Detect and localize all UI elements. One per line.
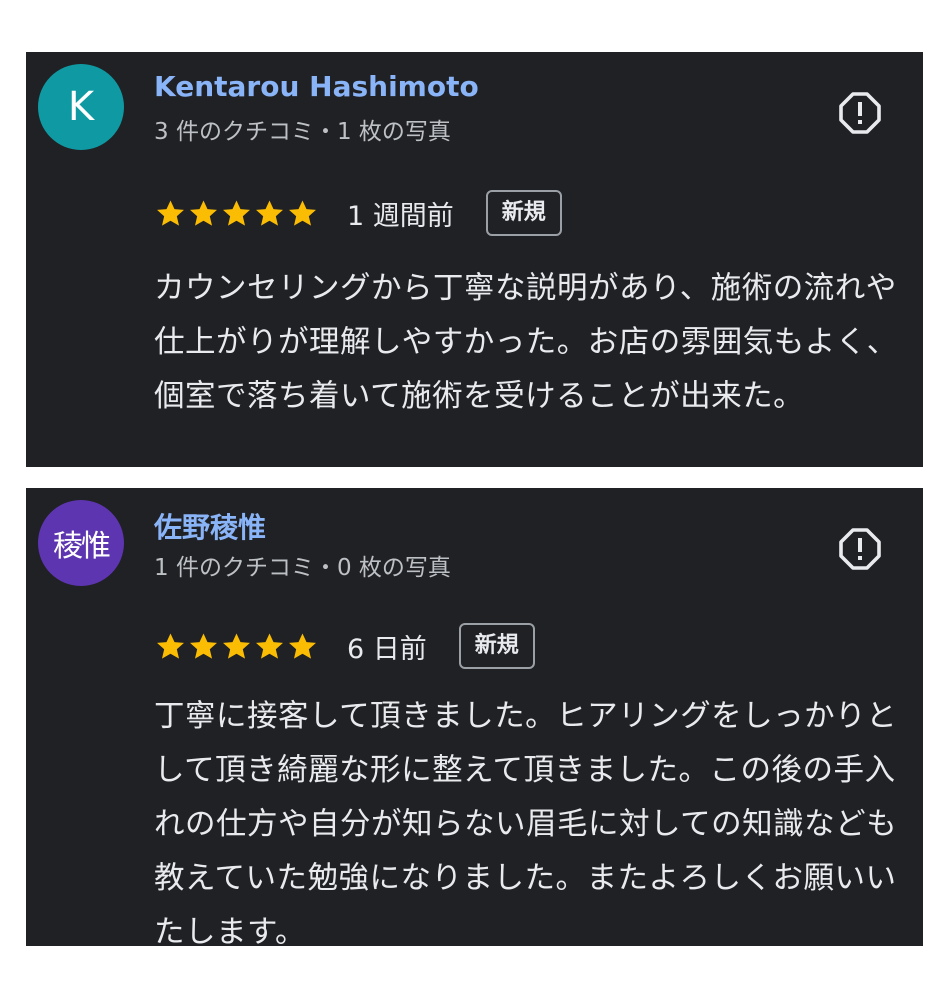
star-rating: [154, 197, 319, 230]
rating-row: 1 週間前 新規: [154, 186, 562, 240]
new-badge: 新規: [485, 189, 562, 237]
star-icon: [256, 632, 283, 659]
reviewer-name[interactable]: 佐野稜惟: [154, 506, 266, 546]
review-text: 丁寧に接客して頂きました。ヒアリングをしっかりとして頂き綺麗な形に整えて頂きまし…: [154, 699, 898, 950]
avatar[interactable]: 稜惟: [38, 500, 124, 586]
review-text: カウンセリングから丁寧な説明があり、施術の流れや仕上がりが理解しやすかった。お店…: [154, 271, 898, 414]
avatar-initial: K: [67, 84, 95, 130]
new-badge: 新規: [458, 622, 535, 670]
report-icon: [839, 528, 881, 570]
reviewer-name[interactable]: Kentarou Hashimoto: [154, 70, 479, 103]
star-icon: [223, 199, 250, 226]
reviewer-meta: 1 件のクチコミ・0 枚の写真: [154, 555, 451, 581]
star-icon: [157, 632, 184, 659]
review-date: 6 日前: [347, 633, 427, 665]
rating-row: 6 日前 新規: [154, 618, 535, 674]
avatar[interactable]: K: [38, 64, 124, 150]
star-icon: [157, 199, 184, 226]
review-card: K Kentarou Hashimoto 3 件のクチコミ・1 枚の写真 1 週…: [26, 52, 923, 467]
report-icon: [839, 92, 881, 134]
review-card: 稜惟 佐野稜惟 1 件のクチコミ・0 枚の写真 6 日前 新規 丁寧に接客して頂…: [26, 488, 923, 950]
star-icon: [223, 632, 250, 659]
report-button[interactable]: [837, 90, 883, 136]
star-rating: [154, 630, 319, 663]
report-button[interactable]: [837, 526, 883, 572]
star-icon: [190, 199, 217, 226]
star-icon: [190, 632, 217, 659]
star-icon: [289, 632, 316, 659]
review-date: 1 週間前: [347, 200, 454, 232]
star-icon: [256, 199, 283, 226]
avatar-initial: 稜惟: [53, 529, 111, 564]
reviewer-meta: 3 件のクチコミ・1 枚の写真: [154, 119, 451, 145]
star-icon: [289, 199, 316, 226]
